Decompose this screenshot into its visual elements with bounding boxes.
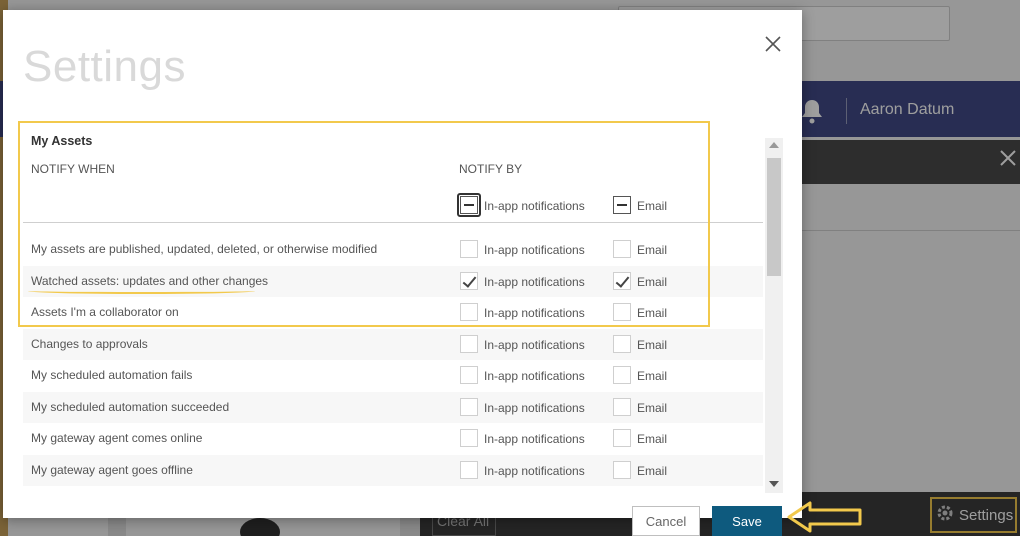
notification-row: My assets are published, updated, delete… — [23, 234, 763, 265]
inapp-label: In-app notifications — [484, 274, 585, 289]
email-label: Email — [637, 337, 668, 352]
notification-row-label: My gateway agent comes online — [31, 431, 203, 445]
email-label: Email — [637, 432, 668, 446]
notification-row-label: My gateway agent goes offline — [31, 462, 193, 477]
inapp-checkbox[interactable] — [460, 429, 478, 447]
notification-row-label: Watched assets: updates and other change… — [31, 273, 269, 288]
settings-modal: Settings My Assets NOTIFY WHEN NOTIFY BY… — [3, 10, 802, 518]
notification-row-label: My assets are published, updated, delete… — [31, 242, 378, 256]
email-checkbox[interactable] — [613, 240, 631, 258]
arrow-left-icon — [787, 501, 862, 533]
annotation-underline — [28, 288, 255, 294]
notification-settings-list[interactable]: My Assets NOTIFY WHEN NOTIFY BY In-app n… — [23, 126, 763, 486]
inapp-label: In-app notifications — [484, 463, 585, 478]
notification-row: My gateway agent goes offline In-app noti… — [23, 454, 763, 486]
notification-row: My gateway agent comes online In-app noti… — [23, 423, 763, 454]
email-label: Email — [637, 306, 668, 320]
section-title: My Assets — [31, 134, 93, 148]
notify-when-header: NOTIFY WHEN — [31, 162, 115, 176]
inapp-checkbox[interactable] — [460, 303, 478, 321]
email-label: Email — [637, 400, 668, 415]
email-label: Email — [637, 369, 668, 383]
notification-row: Assets I'm a collaborator on In-app notif… — [23, 297, 763, 328]
inapp-checkbox[interactable] — [460, 366, 478, 384]
inapp-label: In-app notifications — [484, 400, 585, 415]
inapp-checkbox[interactable] — [460, 460, 478, 479]
inapp-label: In-app notifications — [484, 369, 585, 383]
email-checkbox[interactable] — [613, 429, 631, 447]
inapp-checkbox[interactable] — [460, 334, 478, 353]
cancel-button[interactable]: Cancel — [632, 506, 700, 536]
select-all-email-checkbox[interactable] — [613, 196, 631, 214]
notification-row-label: My scheduled automation fails — [31, 368, 193, 382]
header-email-label: Email — [637, 199, 668, 213]
notification-row: Changes to approvals In-app notifications… — [23, 328, 763, 360]
notify-by-header: NOTIFY BY — [459, 162, 523, 176]
email-checkbox[interactable] — [613, 460, 631, 479]
inapp-checkbox[interactable] — [460, 240, 478, 258]
email-checkbox[interactable] — [613, 271, 631, 290]
notification-row: My scheduled automation succeeded In-app … — [23, 391, 763, 423]
inapp-checkbox[interactable] — [460, 397, 478, 416]
scrollbar[interactable] — [765, 138, 783, 493]
email-checkbox[interactable] — [613, 397, 631, 416]
inapp-label: In-app notifications — [484, 306, 585, 320]
scroll-up-arrow[interactable] — [769, 142, 779, 148]
notification-row: My scheduled automation fails In-app noti… — [23, 360, 763, 391]
header-divider — [23, 222, 763, 223]
email-label: Email — [637, 274, 668, 289]
email-label: Email — [637, 463, 668, 478]
select-all-inapp-checkbox[interactable] — [460, 196, 478, 214]
email-checkbox[interactable] — [613, 334, 631, 353]
notification-row-label: Changes to approvals — [31, 336, 148, 351]
save-button[interactable]: Save — [712, 506, 782, 536]
scroll-down-arrow[interactable] — [769, 481, 779, 487]
notification-row-label: Assets I'm a collaborator on — [31, 305, 179, 319]
inapp-label: In-app notifications — [484, 243, 585, 257]
modal-title: Settings — [23, 42, 186, 91]
header-inapp-label: In-app notifications — [484, 199, 585, 213]
inapp-label: In-app notifications — [484, 337, 585, 352]
scroll-thumb[interactable] — [767, 158, 781, 276]
inapp-label: In-app notifications — [484, 432, 585, 446]
close-icon[interactable] — [763, 34, 783, 54]
inapp-checkbox[interactable] — [460, 271, 478, 290]
email-label: Email — [637, 243, 668, 257]
email-checkbox[interactable] — [613, 366, 631, 384]
notification-row-label: My scheduled automation succeeded — [31, 399, 230, 414]
email-checkbox[interactable] — [613, 303, 631, 321]
